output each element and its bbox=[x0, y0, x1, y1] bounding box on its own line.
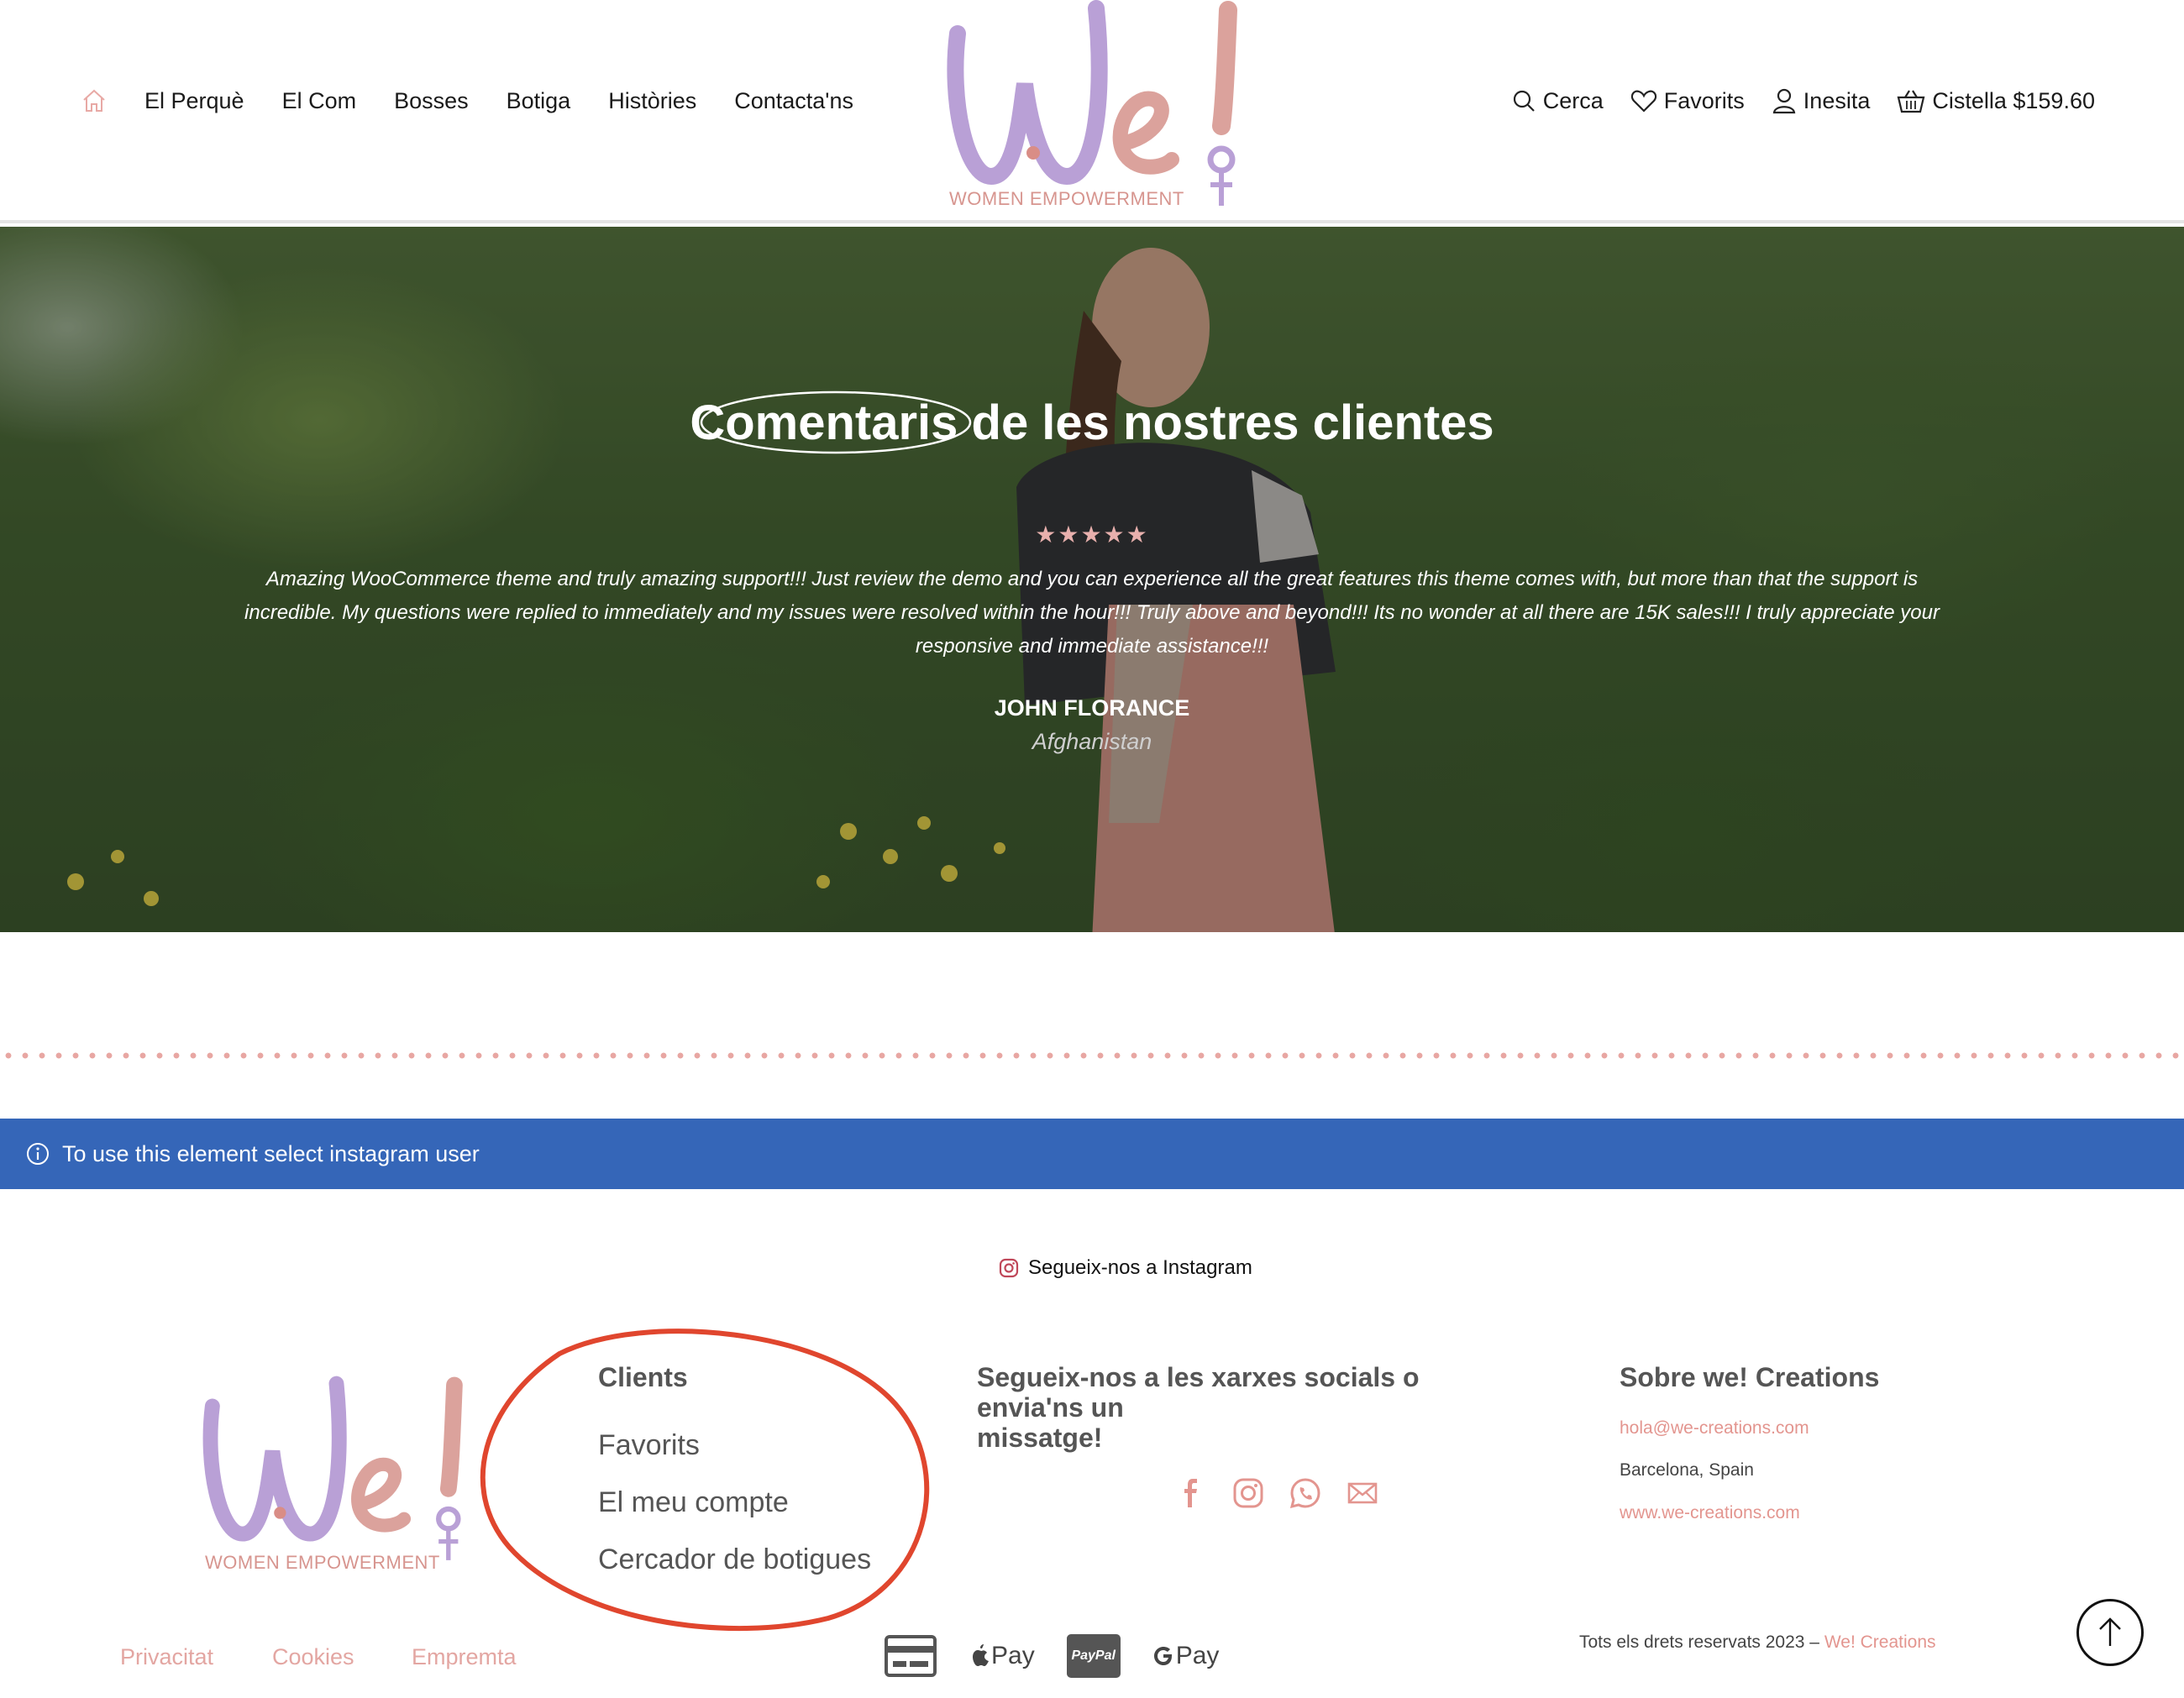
apple-pay-label: Pay bbox=[991, 1642, 1035, 1669]
copyright-text: Tots els drets reservats 2023 – We! Crea… bbox=[1579, 1632, 1936, 1653]
nav-item-el-perque[interactable]: El Perquè bbox=[144, 88, 244, 114]
nav-item-bosses[interactable]: Bosses bbox=[394, 88, 469, 114]
footer-logo[interactable]: WOMEN EMPOWERMENT bbox=[190, 1369, 475, 1579]
whatsapp-icon[interactable] bbox=[1289, 1476, 1322, 1510]
hand-drawn-circle bbox=[700, 390, 972, 454]
site-logo[interactable]: WOMEN EMPOWERMENT bbox=[932, 0, 1252, 218]
nav-item-el-com[interactable]: El Com bbox=[282, 88, 357, 114]
rating-stars: ★★★★★ bbox=[1035, 521, 1149, 548]
instagram-icon bbox=[999, 1258, 1019, 1278]
heart-icon bbox=[1630, 90, 1656, 113]
payment-methods: Pay PayPal Pay bbox=[884, 1634, 1219, 1678]
card-icon bbox=[885, 1635, 937, 1677]
instagram-follow-label: Segueix-nos a Instagram bbox=[1028, 1256, 1252, 1279]
legal-link-empremta[interactable]: Empremta bbox=[412, 1644, 517, 1670]
social-title-line1: Segueix-nos a les xarxes socials o envia… bbox=[977, 1362, 1420, 1423]
account-label: Inesita bbox=[1803, 87, 1871, 113]
about-website-link[interactable]: www.we-creations.com bbox=[1620, 1503, 1800, 1523]
instagram-notice: To use this element select instagram use… bbox=[0, 1119, 2184, 1189]
instagram-follow-link[interactable]: Segueix-nos a Instagram bbox=[998, 1256, 1252, 1280]
dotted-divider bbox=[0, 1051, 2184, 1060]
email-icon[interactable] bbox=[1346, 1476, 1379, 1510]
arrow-up-icon bbox=[2099, 1617, 2121, 1646]
search-button[interactable]: Cerca bbox=[1511, 88, 1604, 114]
footer-logo-tagline: WOMEN EMPOWERMENT bbox=[205, 1552, 440, 1573]
paypal-label: PayPal bbox=[1071, 1648, 1116, 1663]
legal-link-privacitat[interactable]: Privacitat bbox=[120, 1644, 213, 1670]
social-title: Segueix-nos a les xarxes socials o envia… bbox=[977, 1362, 1531, 1453]
nav-item-botiga[interactable]: Botiga bbox=[507, 88, 571, 114]
basket-icon bbox=[1897, 90, 1925, 113]
nav-item-histories[interactable]: Històries bbox=[608, 88, 696, 114]
nav-item-contactans[interactable]: Contacta'ns bbox=[734, 88, 853, 114]
about-location: Barcelona, Spain bbox=[1620, 1460, 1754, 1480]
notice-text: To use this element select instagram use… bbox=[62, 1140, 480, 1166]
social-title-line2: missatge! bbox=[977, 1423, 1103, 1453]
red-annotation-ellipse bbox=[480, 1329, 930, 1632]
paypal-icon: PayPal bbox=[1066, 1634, 1121, 1678]
apple-pay-icon: Pay bbox=[971, 1642, 1035, 1670]
cart-button[interactable]: Cistella $159.60 bbox=[1897, 88, 2095, 114]
testimonial-quote: Amazing WooCommerce theme and truly amaz… bbox=[244, 568, 1940, 658]
facebook-icon[interactable] bbox=[1174, 1476, 1208, 1510]
main-nav: El Perquè El Com Bosses Botiga Històries… bbox=[81, 87, 891, 114]
legal-link-cookies[interactable]: Cookies bbox=[272, 1644, 354, 1670]
header-actions: Cerca Favorits Inesita Cistella $159.60 bbox=[1484, 87, 2095, 114]
back-to-top-button[interactable] bbox=[2076, 1599, 2144, 1666]
social-icons bbox=[1174, 1476, 1403, 1510]
footer-we-logo-graphic bbox=[202, 1376, 463, 1560]
about-email-link[interactable]: hola@we-creations.com bbox=[1620, 1418, 1809, 1439]
google-pay-label: Pay bbox=[1175, 1642, 1220, 1669]
search-icon bbox=[1513, 90, 1535, 112]
favorites-button[interactable]: Favorits bbox=[1630, 88, 1745, 114]
favorites-label: Favorits bbox=[1663, 87, 1745, 113]
we-logo-graphic bbox=[947, 0, 1237, 206]
google-pay-icon: Pay bbox=[1152, 1642, 1220, 1670]
copyright-brand-link[interactable]: We! Creations bbox=[1824, 1632, 1936, 1652]
copyright-prefix: Tots els drets reservats 2023 – bbox=[1579, 1632, 1819, 1652]
home-icon[interactable] bbox=[81, 87, 108, 114]
about-title: Sobre we! Creations bbox=[1620, 1362, 1880, 1392]
site-header: El Perquè El Com Bosses Botiga Històries… bbox=[0, 0, 2184, 223]
testimonial-country: Afghanistan bbox=[1032, 729, 1152, 754]
testimonial-author: JOHN FLORANCE bbox=[994, 695, 1190, 721]
cart-label: Cistella $159.60 bbox=[1932, 87, 2095, 113]
testimonials-title: Comentaris de les nostres clientes bbox=[0, 390, 2184, 454]
info-icon bbox=[27, 1143, 49, 1165]
testimonials-section: Comentaris de les nostres clientes ★★★★★… bbox=[0, 227, 2184, 932]
search-label: Cerca bbox=[1542, 87, 1604, 113]
instagram-icon[interactable] bbox=[1231, 1476, 1265, 1510]
logo-tagline: WOMEN EMPOWERMENT bbox=[949, 188, 1184, 209]
user-icon bbox=[1772, 88, 1796, 114]
account-button[interactable]: Inesita bbox=[1772, 87, 1871, 114]
